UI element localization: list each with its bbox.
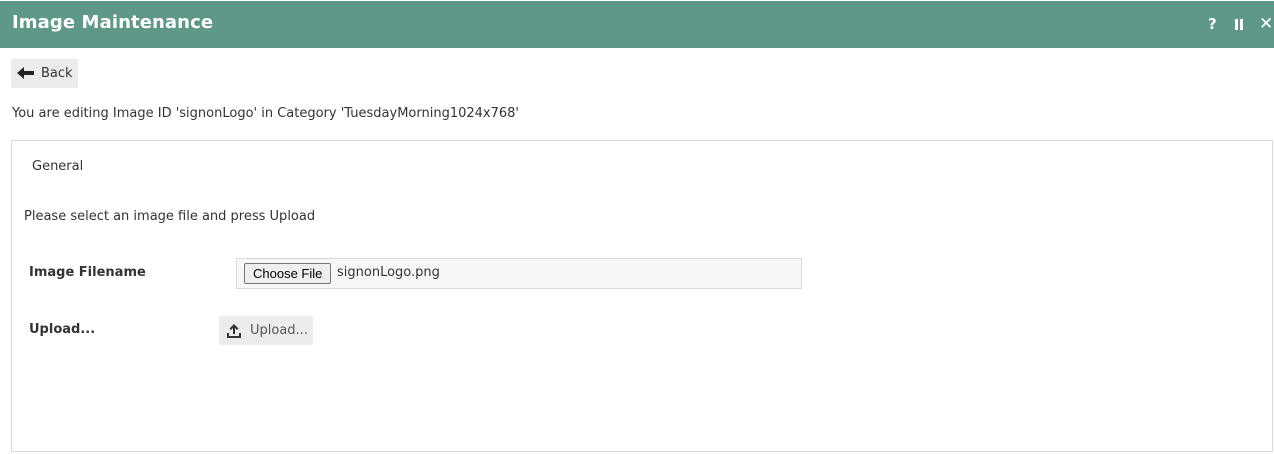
upload-icon bbox=[227, 324, 241, 338]
image-filename-label: Image Filename bbox=[29, 265, 146, 280]
arrow-left-icon bbox=[17, 67, 34, 79]
upload-button-label: Upload... bbox=[250, 323, 308, 338]
title-bar: Image Maintenance ? ✕ bbox=[0, 1, 1274, 48]
choose-file-button[interactable]: Choose File bbox=[244, 263, 332, 284]
close-button[interactable]: ✕ bbox=[1259, 15, 1273, 33]
general-panel: General Please select an image file and … bbox=[11, 140, 1273, 452]
upload-button[interactable]: Upload... bbox=[219, 316, 313, 345]
help-button[interactable]: ? bbox=[1208, 15, 1217, 33]
selected-file-name: signonLogo.png bbox=[337, 265, 440, 280]
back-label: Back bbox=[41, 66, 73, 81]
image-file-input[interactable]: Choose File signonLogo.png bbox=[236, 258, 802, 289]
edit-info-text: You are editing Image ID 'signonLogo' in… bbox=[12, 106, 519, 121]
tab-general[interactable]: General bbox=[32, 159, 83, 174]
instruction-text: Please select an image file and press Up… bbox=[24, 209, 316, 224]
pause-icon bbox=[1234, 19, 1244, 31]
pause-button[interactable] bbox=[1234, 15, 1244, 33]
window-title: Image Maintenance bbox=[12, 12, 214, 33]
back-button[interactable]: Back bbox=[11, 59, 78, 88]
upload-label: Upload... bbox=[29, 322, 96, 337]
